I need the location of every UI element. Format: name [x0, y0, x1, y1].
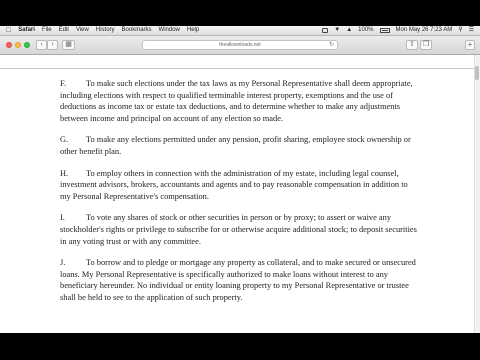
share-icon: ⇧	[409, 41, 415, 48]
menu-history[interactable]: History	[96, 26, 115, 35]
display-icon[interactable]	[322, 28, 329, 33]
paragraph-f: F. To make such elections under the tax l…	[60, 78, 420, 124]
back-button[interactable]: ‹	[36, 40, 47, 50]
apple-icon[interactable]: 	[6, 26, 11, 35]
show-tabs-button[interactable]: ❐	[420, 40, 432, 50]
sidebar-button[interactable]: ▦	[62, 40, 75, 50]
menu-help[interactable]: Help	[187, 26, 199, 35]
paragraph-g: G. To make any elections permitted under …	[60, 134, 420, 157]
wifi-icon[interactable]: ▼	[334, 26, 340, 35]
chevron-left-icon: ‹	[40, 41, 43, 48]
menu-bar:  Safari File Edit View History Bookmark…	[0, 26, 480, 36]
window-close-button[interactable]	[6, 42, 12, 48]
battery-percent: 100%	[358, 27, 374, 33]
address-bar[interactable]: theallownloads.net ↻	[142, 40, 338, 50]
chevron-right-icon: ›	[51, 41, 54, 48]
paragraph-i: I. To vote any shares of stock or other s…	[60, 212, 420, 247]
document-body: F. To make such elections under the tax l…	[60, 78, 420, 314]
reload-icon[interactable]: ↻	[329, 41, 334, 50]
plus-icon: +	[467, 40, 473, 49]
letterbox-bottom	[0, 333, 480, 360]
sidebar-icon: ▦	[65, 41, 72, 48]
item-letter: I.	[60, 213, 65, 223]
paragraph-h: H. To employ others in connection with th…	[60, 168, 420, 203]
item-text: To vote any shares of stock or other sec…	[60, 213, 417, 246]
window-fullscreen-button[interactable]	[24, 42, 30, 48]
item-text: To borrow and to pledge or mortgage any …	[60, 258, 416, 302]
scrollbar-thumb[interactable]	[475, 66, 479, 80]
document-page-edge	[0, 55, 474, 69]
search-icon[interactable]: ⚲	[458, 26, 462, 35]
notification-center-icon[interactable]: ☰	[469, 26, 474, 35]
item-letter: G.	[60, 135, 69, 145]
item-text: To make any elections permitted under an…	[60, 135, 411, 156]
item-letter: F.	[60, 79, 67, 88]
menu-window[interactable]: Window	[159, 26, 180, 35]
volume-icon[interactable]: ▲	[346, 26, 352, 35]
item-letter: H.	[60, 168, 69, 178]
address-text: theallownloads.net	[219, 42, 261, 48]
paragraph-j: J. To borrow and to pledge or mortgage an…	[60, 257, 420, 303]
tabs-icon: ❐	[422, 41, 430, 48]
menu-view[interactable]: View	[76, 26, 89, 35]
forward-button[interactable]: ›	[47, 40, 58, 50]
menu-edit[interactable]: Edit	[59, 26, 69, 35]
new-tab-button[interactable]: +	[465, 40, 475, 50]
scrollbar-track[interactable]	[474, 55, 480, 333]
menu-file[interactable]: File	[42, 26, 52, 35]
window-minimize-button[interactable]	[15, 42, 21, 48]
item-text: To employ others in connection with the …	[60, 168, 408, 201]
browser-toolbar: ‹ › ▦ theallownloads.net ↻ ⇧ ❐ +	[0, 36, 480, 55]
share-button[interactable]: ⇧	[406, 40, 418, 50]
item-text: To make such elections under the tax law…	[60, 79, 413, 123]
clock[interactable]: Mon May 26 7:23 AM	[396, 26, 453, 35]
item-letter: J.	[60, 258, 66, 268]
battery-icon[interactable]	[379, 28, 390, 33]
menu-bookmarks[interactable]: Bookmarks	[122, 26, 152, 35]
menu-app-safari[interactable]: Safari	[18, 26, 35, 35]
